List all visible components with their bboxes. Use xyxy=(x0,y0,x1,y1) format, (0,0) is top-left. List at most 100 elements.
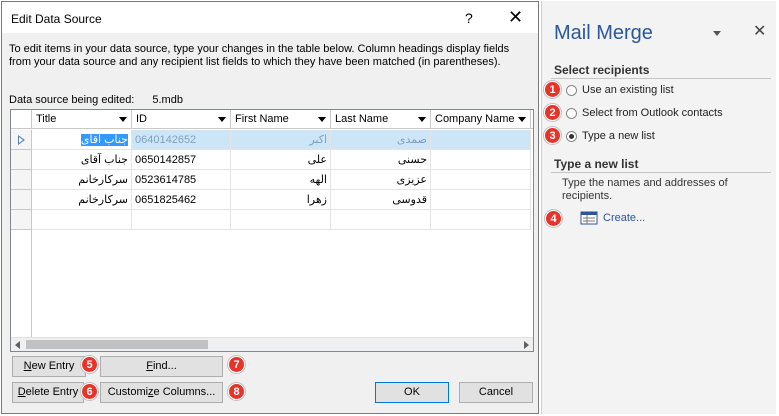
data-source-filename: 5.mdb xyxy=(152,94,183,106)
row-selector[interactable] xyxy=(11,210,32,230)
cell-last-name[interactable] xyxy=(331,210,431,230)
select-recipients-heading: Select recipients xyxy=(554,63,650,77)
dialog-title: Edit Data Source xyxy=(11,12,102,26)
button-label: elete Entry xyxy=(25,386,79,398)
cell-id[interactable]: 0523614785 xyxy=(132,170,231,190)
cell-first-name[interactable]: علی xyxy=(231,150,331,170)
table-row-new[interactable] xyxy=(11,210,533,230)
callout-badge: 3 xyxy=(544,127,561,144)
cell-title[interactable]: جناب آقای xyxy=(32,150,132,170)
cell-title[interactable] xyxy=(32,210,132,230)
radio-type-new-list[interactable] xyxy=(566,131,577,142)
callout-badge: 6 xyxy=(81,383,98,400)
button-label: e Columns... xyxy=(153,386,216,398)
chevron-down-icon[interactable] xyxy=(518,117,526,122)
column-header-first-name[interactable]: First Name xyxy=(231,110,331,129)
cell-id[interactable] xyxy=(132,210,231,230)
cell-last-name[interactable]: حسنی xyxy=(331,150,431,170)
create-link[interactable]: Create... xyxy=(603,212,645,224)
cell-id[interactable]: 0651825462 xyxy=(132,190,231,210)
delete-entry-button[interactable]: Delete Entry xyxy=(12,382,84,403)
customize-columns-button[interactable]: Customize Columns... xyxy=(100,382,223,403)
option-label[interactable]: Type a new list xyxy=(582,130,655,142)
scroll-right-icon[interactable] xyxy=(524,341,529,349)
cell-company-name[interactable] xyxy=(431,170,531,190)
cell-first-name[interactable] xyxy=(231,210,331,230)
column-header-company-name[interactable]: Company Name xyxy=(431,110,531,129)
table-row[interactable]: جناب آقای 0640142652 اکبر صمدی xyxy=(11,130,533,150)
cell-company-name[interactable] xyxy=(431,150,531,170)
table-row[interactable]: سرکارخانم 0651825462 زهرا قدوسی xyxy=(11,190,533,210)
section-divider xyxy=(551,172,771,173)
pane-title: Mail Merge xyxy=(554,22,653,44)
grid-header: Title ID First Name Last Name Company Na… xyxy=(11,110,533,129)
cell-first-name[interactable]: زهرا xyxy=(231,190,331,210)
table-row[interactable]: جناب آقای 0650142857 علی حسنی xyxy=(11,150,533,170)
cell-id[interactable]: 0640142652 xyxy=(132,130,231,150)
dialog-titlebar: Edit Data Source ? ✕ xyxy=(2,2,538,33)
button-label: ind... xyxy=(152,360,177,372)
column-header-last-name[interactable]: Last Name xyxy=(331,110,431,129)
chevron-down-icon[interactable] xyxy=(713,31,721,36)
cancel-button[interactable]: Cancel xyxy=(459,382,533,403)
table-row[interactable]: سرکارخانم 0523614785 الهه عزیزی xyxy=(11,170,533,190)
data-source-label: Data source being edited: 5.mdb xyxy=(9,94,183,106)
button-label: Customi xyxy=(107,386,149,398)
close-icon[interactable]: ✕ xyxy=(508,7,523,28)
scroll-left-icon[interactable] xyxy=(15,341,20,349)
button-label: ew Entry xyxy=(31,360,75,372)
horizontal-scrollbar[interactable] xyxy=(11,337,533,351)
ok-button[interactable]: OK xyxy=(375,382,449,403)
column-label: First Name xyxy=(235,113,289,125)
chevron-down-icon[interactable] xyxy=(119,117,127,122)
grid-empty-area xyxy=(11,230,32,339)
data-grid[interactable]: Title ID First Name Last Name Company Na… xyxy=(10,109,534,352)
chevron-down-icon[interactable] xyxy=(318,117,326,122)
row-selector[interactable] xyxy=(11,170,32,190)
callout-badge: 4 xyxy=(545,210,562,227)
cell-last-name[interactable]: قدوسی xyxy=(331,190,431,210)
edit-data-source-dialog: Edit Data Source ? ✕ To edit items in yo… xyxy=(1,1,539,414)
column-label: Title xyxy=(36,113,57,125)
chevron-down-icon[interactable] xyxy=(418,117,426,122)
new-entry-button[interactable]: New Entry xyxy=(12,356,86,377)
cell-company-name[interactable] xyxy=(431,130,531,150)
data-source-caption: Data source being edited: xyxy=(9,94,135,106)
option-label[interactable]: Select from Outlook contacts xyxy=(582,107,723,119)
column-label: Company Name xyxy=(435,113,515,125)
row-selector[interactable] xyxy=(11,190,32,210)
cell-text: جناب آقای xyxy=(80,134,128,146)
cell-title[interactable]: سرکارخانم xyxy=(32,190,132,210)
row-selector[interactable] xyxy=(11,150,32,170)
find-button[interactable]: Find... xyxy=(100,356,223,377)
cell-company-name[interactable] xyxy=(431,190,531,210)
cell-first-name[interactable]: اکبر xyxy=(231,130,331,150)
callout-badge: 8 xyxy=(228,383,245,400)
cell-title[interactable]: سرکارخانم xyxy=(32,170,132,190)
section-divider xyxy=(551,78,771,79)
accel-key: F xyxy=(146,360,153,372)
radio-outlook-contacts[interactable] xyxy=(566,108,577,119)
chevron-down-icon[interactable] xyxy=(218,117,226,122)
cell-title[interactable]: جناب آقای xyxy=(32,130,132,150)
type-new-list-heading: Type a new list xyxy=(554,157,639,171)
column-label: ID xyxy=(136,113,147,125)
column-header-id[interactable]: ID xyxy=(132,110,231,129)
cell-company-name[interactable] xyxy=(431,210,531,230)
cell-last-name[interactable]: عزیزی xyxy=(331,170,431,190)
cell-last-name[interactable]: صمدی xyxy=(331,130,431,150)
radio-use-existing-list[interactable] xyxy=(566,85,577,96)
scrollbar-thumb[interactable] xyxy=(26,340,208,349)
cell-first-name[interactable]: الهه xyxy=(231,170,331,190)
callout-badge: 2 xyxy=(544,104,561,121)
cell-id[interactable]: 0650142857 xyxy=(132,150,231,170)
row-selector[interactable] xyxy=(11,130,32,150)
callout-badge: 1 xyxy=(544,81,561,98)
option-label[interactable]: Use an existing list xyxy=(582,84,674,96)
current-row-icon xyxy=(18,135,25,145)
help-icon[interactable]: ? xyxy=(465,10,473,26)
accel-key: D xyxy=(17,386,26,398)
column-header-title[interactable]: Title xyxy=(32,110,132,129)
create-list-icon[interactable] xyxy=(580,211,598,225)
close-icon[interactable]: ✕ xyxy=(753,21,766,41)
